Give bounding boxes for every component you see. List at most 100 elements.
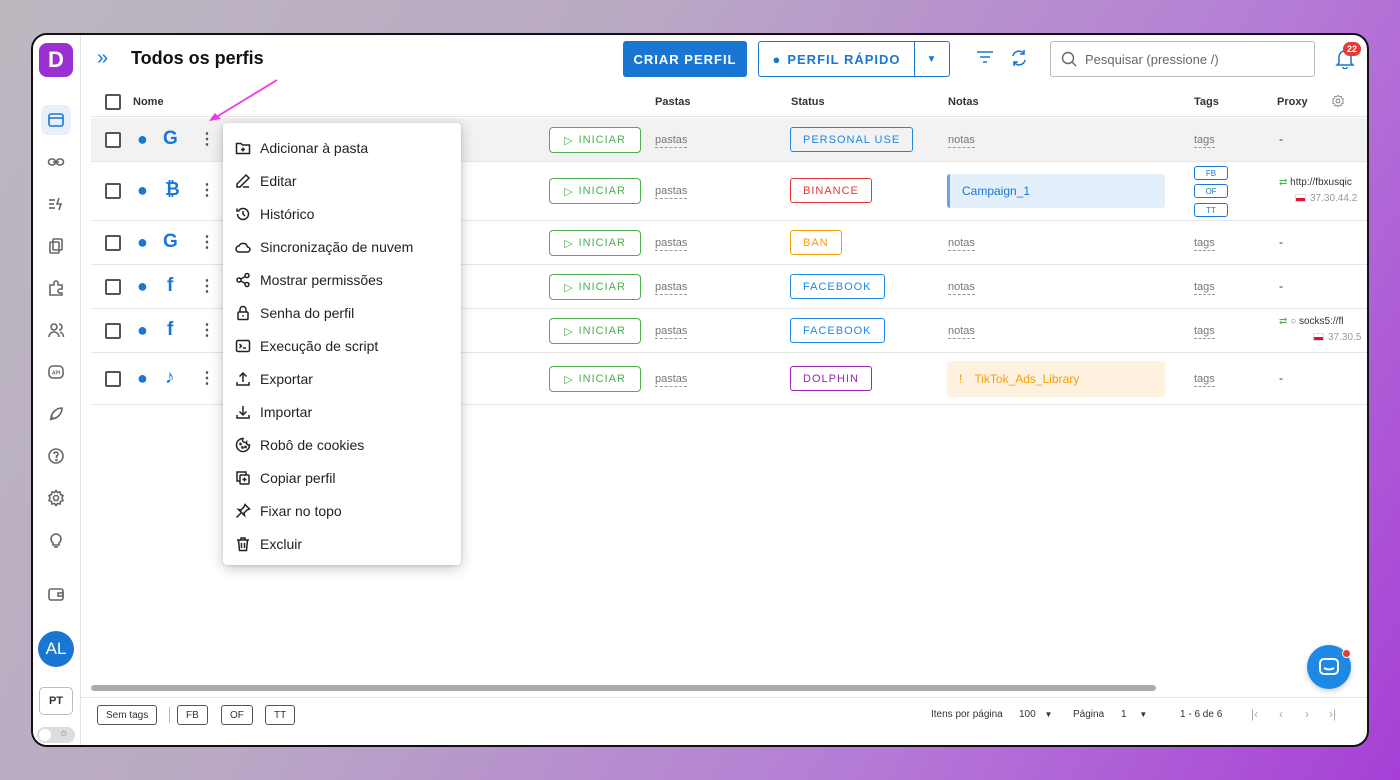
copy-icon[interactable] — [41, 231, 71, 261]
note-card[interactable]: ! TikTok_Ads_Library — [947, 361, 1165, 397]
tag-chip[interactable]: TT — [1194, 203, 1228, 217]
notes-cell[interactable]: notas — [948, 325, 975, 339]
row-checkbox[interactable] — [105, 323, 121, 339]
row-menu-icon[interactable]: ⋮ — [199, 180, 215, 200]
wallet-icon[interactable] — [41, 579, 71, 609]
proxy-cell[interactable]: ⇄ http://fbxusqic — [1279, 177, 1352, 188]
menu-item-edit[interactable]: Editar — [223, 164, 461, 197]
folders-cell[interactable]: pastas — [655, 373, 688, 387]
tag-chip[interactable]: OF — [1194, 184, 1228, 198]
status-badge[interactable]: DOLPHIN — [790, 366, 872, 391]
start-button[interactable]: ▷ INICIAR — [549, 230, 641, 256]
menu-item-copy-profile[interactable]: Copiar perfil — [223, 461, 461, 494]
menu-item-history[interactable]: Histórico — [223, 197, 461, 230]
quick-profile-button[interactable]: ● PERFIL RÁPIDO ▼ — [758, 41, 950, 77]
avatar[interactable]: AL — [38, 631, 74, 667]
row-checkbox[interactable] — [105, 183, 121, 199]
last-page-icon[interactable]: ›| — [1329, 707, 1336, 721]
api-icon[interactable]: API — [41, 357, 71, 387]
menu-item-cloud-sync[interactable]: Sincronização de nuvem — [223, 230, 461, 263]
filter-tag-fb[interactable]: FB — [177, 705, 208, 725]
chevron-down-icon[interactable]: ▼ — [915, 42, 949, 76]
help-icon[interactable] — [41, 441, 71, 471]
row-checkbox[interactable] — [105, 235, 121, 251]
filter-tag-of[interactable]: OF — [221, 705, 253, 725]
next-page-icon[interactable]: › — [1305, 707, 1309, 721]
status-badge[interactable]: FACEBOOK — [790, 274, 885, 299]
filter-icon[interactable] — [975, 49, 995, 65]
column-settings-icon[interactable] — [1331, 94, 1345, 108]
language-switch[interactable]: PT — [39, 687, 73, 715]
row-menu-icon[interactable]: ⋮ — [199, 232, 215, 252]
menu-item-cookie-robot[interactable]: Robô de cookies — [223, 428, 461, 461]
col-status[interactable]: Status — [791, 96, 825, 108]
folders-cell[interactable]: pastas — [655, 185, 688, 199]
status-badge[interactable]: BINANCE — [790, 178, 872, 203]
items-per-page-select[interactable]: 100 ▼ — [1019, 709, 1052, 720]
start-button[interactable]: ▷ INICIAR — [549, 178, 641, 204]
start-button[interactable]: ▷ INICIAR — [549, 366, 641, 392]
start-button[interactable]: ▷ INICIAR — [549, 318, 641, 344]
folders-cell[interactable]: pastas — [655, 325, 688, 339]
start-button[interactable]: ▷ INICIAR — [549, 127, 641, 153]
row-checkbox[interactable] — [105, 371, 121, 387]
status-badge[interactable]: PERSONAL USE — [790, 127, 914, 152]
filter-tag-none[interactable]: Sem tags — [97, 705, 158, 725]
row-checkbox[interactable] — [105, 279, 121, 295]
menu-item-import[interactable]: Importar — [223, 395, 461, 428]
row-menu-icon[interactable]: ⋮ — [199, 320, 215, 340]
proxy-refresh-icon: ○ — [1290, 316, 1297, 327]
menu-item-label: Importar — [260, 403, 313, 420]
filter-tag-tt[interactable]: TT — [265, 705, 296, 725]
menu-item-script[interactable]: Execução de script — [223, 329, 461, 362]
refresh-icon[interactable] — [1009, 48, 1029, 68]
menu-item-delete[interactable]: Excluir — [223, 527, 461, 560]
col-folders[interactable]: Pastas — [655, 96, 690, 108]
folders-cell[interactable]: pastas — [655, 281, 688, 295]
tags-cell[interactable]: tags — [1194, 237, 1215, 251]
create-profile-button[interactable]: CRIAR PERFIL — [623, 41, 747, 77]
menu-item-pin[interactable]: Fixar no topo — [223, 494, 461, 527]
first-page-icon[interactable]: |‹ — [1251, 707, 1258, 721]
download-icon — [236, 405, 250, 419]
extension-icon[interactable] — [41, 273, 71, 303]
col-notes[interactable]: Notas — [948, 96, 979, 108]
menu-item-export[interactable]: Exportar — [223, 362, 461, 395]
page-select[interactable]: 1 ▼ — [1121, 709, 1147, 720]
horizontal-scrollbar[interactable] — [91, 685, 1156, 691]
automation-icon[interactable] — [41, 189, 71, 219]
sun-icon: ☼ — [58, 727, 69, 739]
proxy-cell[interactable]: ⇄ ○ socks5://fl — [1279, 316, 1343, 327]
tags-cell[interactable]: tags — [1194, 134, 1215, 148]
prev-page-icon[interactable]: ‹ — [1279, 707, 1283, 721]
tag-chip[interactable]: FB — [1194, 166, 1228, 180]
col-tags[interactable]: Tags — [1194, 96, 1219, 108]
folders-cell[interactable]: pastas — [655, 237, 688, 251]
proxy-ip: 37.30.44.2 — [1295, 193, 1357, 204]
menu-item-password[interactable]: Senha do perfil — [223, 296, 461, 329]
folders-cell[interactable]: pastas — [655, 134, 688, 148]
rocket-icon[interactable] — [41, 399, 71, 429]
search-input[interactable] — [1085, 51, 1295, 67]
col-proxy[interactable]: Proxy — [1277, 96, 1308, 108]
menu-item-permissions[interactable]: Mostrar permissões — [223, 263, 461, 296]
lightbulb-icon[interactable] — [41, 525, 71, 555]
tags-cell[interactable]: tags — [1194, 325, 1215, 339]
tags-cell[interactable]: tags — [1194, 281, 1215, 295]
tags-cell[interactable]: tags — [1194, 373, 1215, 387]
status-badge[interactable]: BAN — [790, 230, 842, 255]
start-button[interactable]: ▷ INICIAR — [549, 274, 641, 300]
note-card[interactable]: Campaign_1 — [947, 174, 1165, 208]
notes-cell[interactable]: notas — [948, 134, 975, 148]
notes-cell[interactable]: notas — [948, 281, 975, 295]
status-badge[interactable]: FACEBOOK — [790, 318, 885, 343]
notes-cell[interactable]: notas — [948, 237, 975, 251]
menu-item-label: Senha do perfil — [260, 304, 355, 321]
theme-toggle[interactable]: ☼ — [37, 727, 75, 743]
row-menu-icon[interactable]: ⋮ — [199, 368, 215, 388]
settings-icon[interactable] — [41, 483, 71, 513]
users-icon[interactable] — [41, 315, 71, 345]
row-menu-icon[interactable]: ⋮ — [199, 276, 215, 296]
items-per-page-value: 100 — [1019, 709, 1036, 720]
menu-item-label: Excluir — [260, 535, 303, 552]
